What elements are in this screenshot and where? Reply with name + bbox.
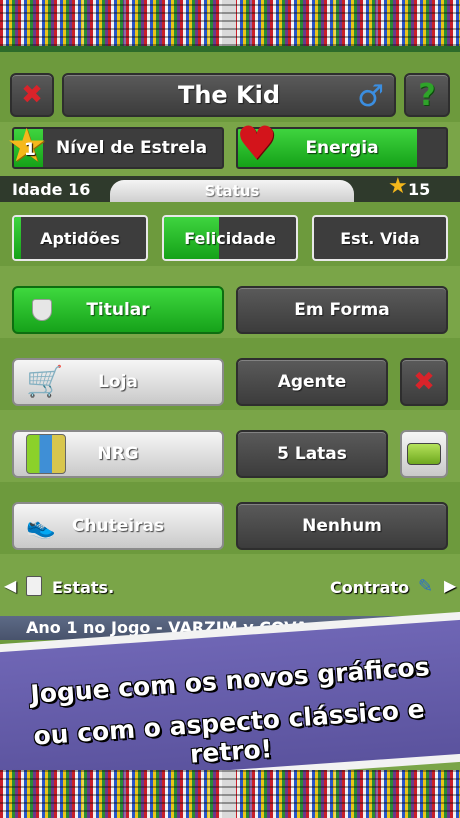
boots-button[interactable]: 👟 Chuteiras bbox=[12, 502, 224, 550]
male-icon: ♂ bbox=[357, 79, 384, 114]
help-button[interactable]: ? bbox=[404, 73, 450, 117]
tab-est-vida-label: Est. Vida bbox=[340, 228, 420, 248]
pen-icon: ✎ bbox=[418, 576, 434, 597]
crowd-gap bbox=[222, 0, 236, 52]
close-icon: ✖ bbox=[21, 80, 43, 110]
tab-felicidade[interactable]: Felicidade bbox=[162, 215, 298, 261]
cans-count-label: 5 Latas bbox=[277, 444, 347, 464]
boots-value-label: Nenhum bbox=[302, 516, 382, 536]
star-coin-icon: ★ bbox=[388, 174, 408, 199]
star-coin-count: 15 bbox=[408, 180, 431, 199]
shopping-cart-icon: 🛒 bbox=[26, 364, 64, 400]
nrg-label: NRG bbox=[97, 444, 139, 464]
player-name-bar: The Kid ♂ bbox=[62, 73, 396, 117]
shield-icon bbox=[32, 299, 52, 321]
tab-est-vida[interactable]: Est. Vida bbox=[312, 215, 448, 261]
crowd-gap bbox=[222, 770, 236, 818]
em-forma-button[interactable]: Em Forma bbox=[236, 286, 448, 334]
em-forma-label: Em Forma bbox=[294, 300, 390, 320]
arrow-left-icon[interactable]: ◀ bbox=[4, 576, 16, 595]
contract-link[interactable]: Contrato bbox=[330, 578, 409, 597]
energy-drink-cans-icon bbox=[26, 434, 66, 474]
boots-label: Chuteiras bbox=[71, 516, 165, 536]
football-boot-icon: 👟 bbox=[26, 512, 56, 540]
agent-label: Agente bbox=[277, 372, 347, 392]
shop-label: Loja bbox=[98, 372, 138, 392]
age-label: Idade 16 bbox=[12, 180, 91, 199]
status-tab-label: Status bbox=[204, 182, 260, 200]
close-icon: ✖ bbox=[413, 367, 435, 397]
heart-icon: ♥ bbox=[236, 116, 278, 170]
cans-count-button: 5 Latas bbox=[236, 430, 388, 478]
nrg-button[interactable]: NRG bbox=[12, 430, 224, 478]
crowd-top-banner bbox=[0, 0, 460, 52]
titular-label: Titular bbox=[86, 300, 150, 320]
fire-agent-button[interactable]: ✖ bbox=[400, 358, 448, 406]
crowd-bottom-banner bbox=[0, 770, 460, 818]
titular-button[interactable]: Titular bbox=[12, 286, 224, 334]
tab-aptidoes[interactable]: Aptidões bbox=[12, 215, 148, 261]
star-level-number: 1 bbox=[24, 140, 36, 160]
player-name: The Kid bbox=[177, 81, 281, 109]
drink-can-button[interactable] bbox=[400, 430, 448, 478]
tab-felicidade-label: Felicidade bbox=[184, 228, 276, 248]
energy-can-icon bbox=[407, 443, 441, 465]
close-button[interactable]: ✖ bbox=[10, 73, 54, 117]
stats-link[interactable]: Estats. bbox=[52, 578, 114, 597]
boots-value-button: Nenhum bbox=[236, 502, 448, 550]
tab-aptidoes-label: Aptidões bbox=[40, 228, 120, 248]
agent-button[interactable]: Agente bbox=[236, 358, 388, 406]
help-icon: ? bbox=[418, 77, 436, 113]
arrow-right-icon[interactable]: ▶ bbox=[444, 576, 456, 595]
shop-button[interactable]: 🛒 Loja bbox=[12, 358, 224, 406]
clipboard-icon bbox=[26, 576, 42, 596]
